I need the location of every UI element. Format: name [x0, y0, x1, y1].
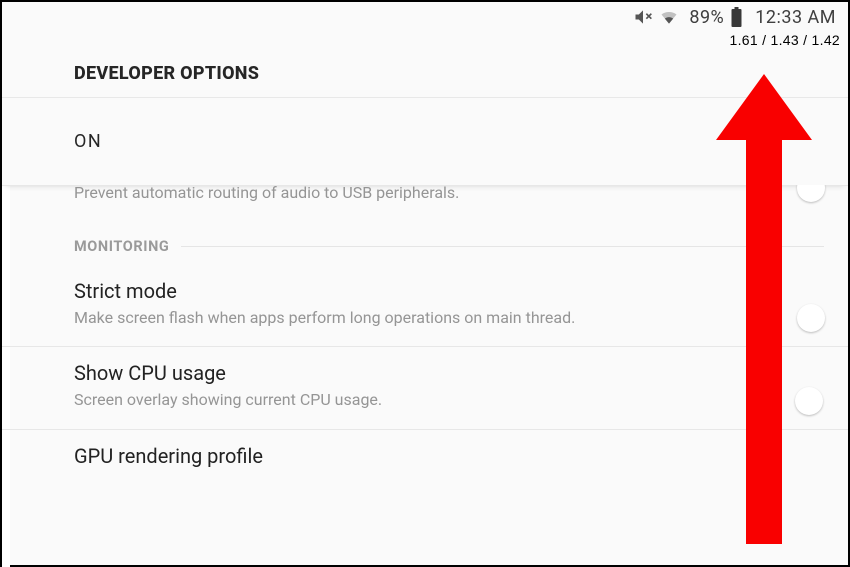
setting-show-cpu-usage[interactable]: Show CPU usage Screen overlay showing cu… [2, 347, 848, 429]
battery-icon [730, 7, 743, 27]
setting-subtitle: Prevent automatic routing of audio to US… [74, 185, 744, 204]
clock-text: 12:33 AM [755, 7, 836, 28]
setting-title: GPU rendering profile [74, 444, 744, 468]
master-switch-label: ON [74, 131, 102, 152]
master-switch-row[interactable]: ON [2, 98, 848, 185]
setting-gpu-rendering-profile[interactable]: GPU rendering profile [2, 430, 848, 472]
app-bar: DEVELOPER OPTIONS [2, 50, 848, 98]
page-title: DEVELOPER OPTIONS [74, 63, 259, 84]
section-label: MONITORING [74, 238, 169, 255]
setting-subtitle: Screen overlay showing current CPU usage… [74, 389, 744, 411]
mute-icon [633, 7, 653, 27]
setting-prevent-usb-audio[interactable]: Prevent USB audio routing Prevent automa… [2, 185, 848, 222]
wifi-icon [659, 7, 679, 27]
setting-title: Show CPU usage [74, 361, 744, 385]
setting-title: Strict mode [74, 279, 744, 303]
screen: 89% 12:33 AM 1.61 / 1.43 / 1.42 com.andr… [0, 0, 850, 567]
status-bar: 89% 12:33 AM [2, 2, 848, 32]
cpu-load-avg: 1.61 / 1.43 / 1.42 [698, 32, 840, 48]
settings-list[interactable]: Prevent USB audio routing Prevent automa… [2, 185, 848, 565]
battery-percent: 89% [689, 7, 724, 28]
section-header-monitoring: MONITORING [2, 222, 848, 265]
setting-strict-mode[interactable]: Strict mode Make screen flash when apps … [2, 265, 848, 347]
setting-subtitle: Make screen flash when apps perform long… [74, 307, 744, 329]
